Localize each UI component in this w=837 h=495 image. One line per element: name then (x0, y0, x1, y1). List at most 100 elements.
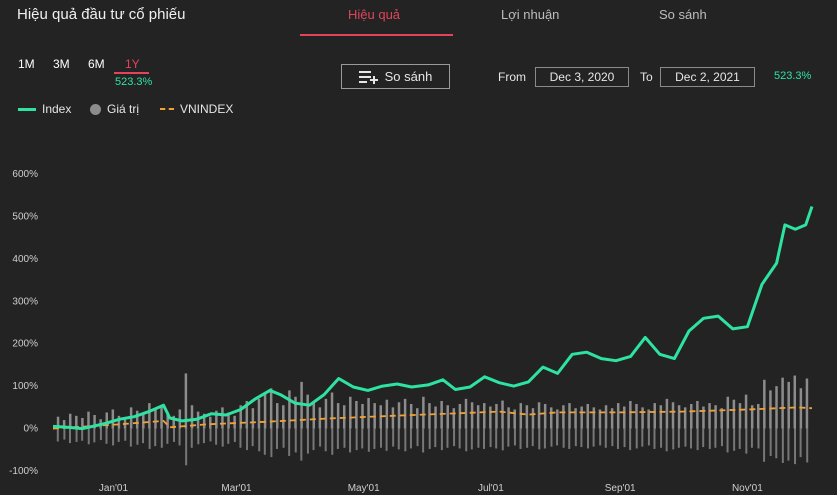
volume-bar-down (574, 428, 577, 447)
volume-bar-down (251, 428, 254, 447)
volume-bar-down (75, 428, 78, 442)
volume-bar (604, 405, 608, 429)
volume-bar (495, 403, 498, 429)
volume-bar-down (282, 428, 285, 448)
volume-bar-down (763, 428, 766, 462)
volume-bar-down (221, 428, 224, 447)
volume-bar (677, 405, 681, 429)
volume-bar-down (355, 428, 358, 451)
volume-bar (501, 400, 504, 429)
volume-bar-down (489, 428, 492, 448)
volume-bar (744, 394, 748, 429)
volume-bar-down (599, 428, 602, 446)
volume-bar (355, 400, 358, 429)
volume-bar (385, 399, 389, 429)
volume-bar (111, 409, 115, 429)
volume-bar-down (142, 428, 145, 444)
volume-bar-down (392, 428, 395, 447)
volume-bar-down (501, 428, 504, 451)
volume-bar-down (587, 428, 590, 449)
volume-bar (148, 403, 151, 429)
volume-bar-down (799, 428, 802, 458)
volume-bar-down (556, 428, 559, 446)
volume-bar-down (690, 428, 693, 449)
volume-bar-down (513, 428, 516, 446)
volume-bar-down (136, 428, 139, 445)
volume-bar (574, 408, 577, 429)
volume-bar (519, 403, 523, 429)
volume-bar-down (458, 428, 461, 449)
volume-bar (732, 399, 736, 429)
volume-bar-down (93, 428, 96, 443)
volume-bar-down (720, 428, 723, 447)
volume-bar-down (647, 428, 650, 446)
volume-bar-down (379, 428, 382, 448)
volume-bar-down (677, 428, 680, 448)
volume-bar-down (258, 428, 261, 452)
volume-bar (336, 403, 340, 429)
volume-bar-down (769, 428, 772, 456)
volume-bar-down (580, 428, 583, 448)
volume-bar-down (385, 428, 388, 451)
volume-bar-down (550, 428, 553, 447)
volume-bar (708, 403, 711, 429)
volume-bar-down (209, 428, 212, 442)
volume-bar-down (604, 428, 607, 448)
volume-bar (616, 403, 620, 429)
volume-bar-down (246, 428, 249, 451)
volume-bar (275, 403, 279, 429)
volume-bar (458, 403, 462, 429)
y-tick-label: 500% (12, 211, 38, 222)
volume-bar-down (409, 428, 412, 449)
volume-bar-down (781, 428, 784, 463)
volume-bar (763, 379, 766, 429)
volume-bar (330, 392, 334, 429)
volume-bar-down (495, 428, 498, 449)
volume-bar (775, 386, 778, 429)
volume-bar-down (745, 428, 748, 454)
volume-bar (470, 402, 474, 429)
volume-bar-down (726, 428, 729, 453)
volume-bar-down (794, 428, 797, 465)
volume-bar (269, 388, 273, 429)
volume-bar-down (227, 428, 230, 444)
volume-bar-down (416, 428, 419, 447)
volume-bar-down (190, 428, 193, 448)
volume-bar-down (239, 428, 242, 448)
volume-bar (446, 405, 449, 429)
volume-bar (221, 407, 224, 429)
volume-bar (537, 402, 541, 429)
volume-bar (683, 407, 687, 429)
volume-bar-down (446, 428, 449, 448)
volume-bar-down (750, 428, 753, 448)
volume-bar-down (312, 428, 315, 451)
volume-bar-down (696, 428, 699, 451)
x-tick-label: Nov'01 (732, 483, 763, 494)
volume-bar (476, 405, 480, 429)
volume-bar (562, 405, 565, 429)
volume-bar (787, 381, 790, 429)
volume-bar-down (616, 428, 619, 449)
volume-bar (714, 405, 717, 429)
volume-bar-down (56, 428, 59, 442)
volume-bar-down (465, 428, 468, 452)
volume-bar-down (185, 428, 188, 466)
volume-bar-down (349, 428, 352, 453)
x-tick-label: May'01 (348, 483, 380, 494)
y-tick-label: 300% (12, 296, 38, 307)
volume-bar-down (336, 428, 339, 449)
volume-bar (257, 398, 261, 429)
volume-bar (543, 403, 547, 429)
volume-bar-down (361, 428, 364, 449)
volume-bar-down (592, 428, 595, 447)
volume-bar-down (653, 428, 656, 449)
volume-bar-down (160, 428, 163, 448)
volume-bar-down (453, 428, 456, 447)
volume-bar-down (112, 428, 115, 446)
volume-bar-down (99, 428, 102, 441)
volume-bar (209, 416, 212, 429)
volume-bar-down (129, 428, 132, 447)
x-tick-label: Jan'01 (99, 483, 129, 494)
index-line (52, 206, 814, 431)
volume-bar (653, 403, 656, 429)
